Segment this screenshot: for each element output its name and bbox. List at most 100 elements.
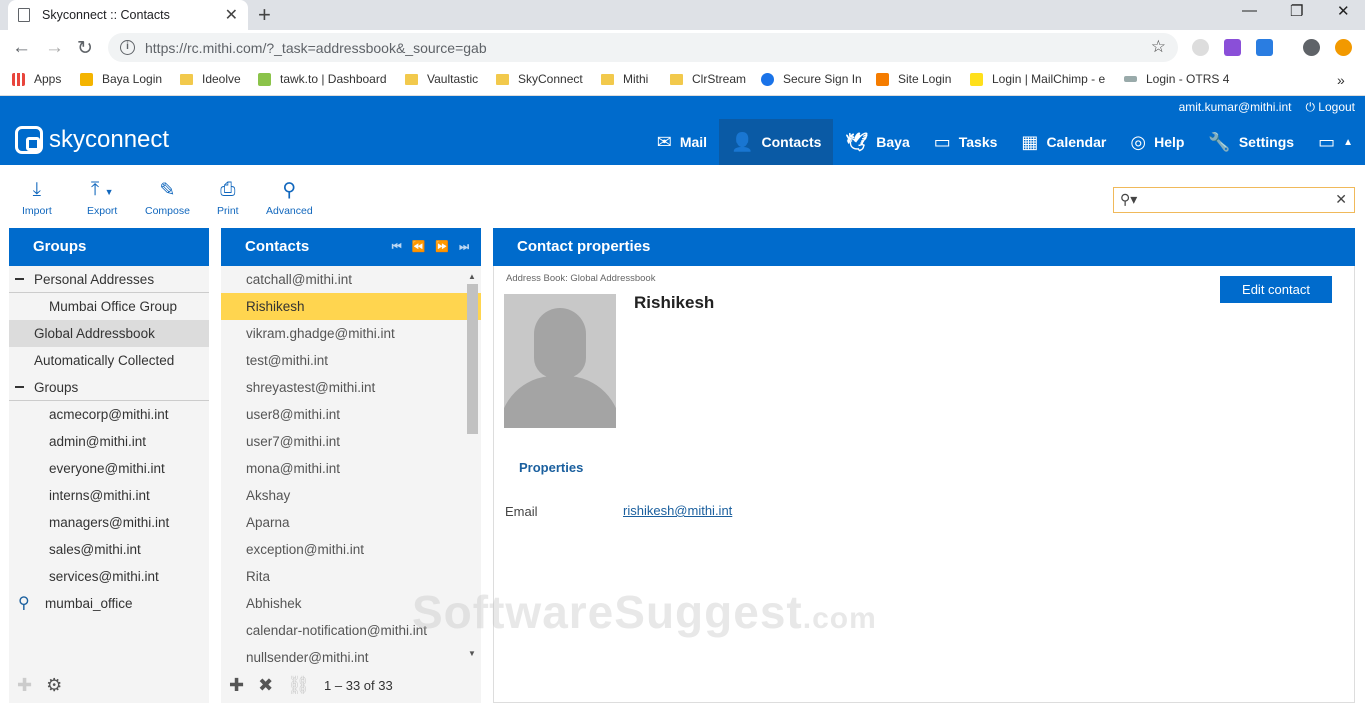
search-options-icon[interactable]: ⚲▾ <box>1120 191 1137 208</box>
first-page-icon[interactable]: ⏮ <box>392 228 402 266</box>
next-page-icon[interactable]: ⏩ <box>435 228 449 266</box>
nav-calendar[interactable]: ▦ Calendar <box>1009 119 1118 165</box>
logout-link[interactable]: ⏻ Logout <box>1305 100 1355 115</box>
add-group-icon[interactable]: ✚ <box>17 675 32 696</box>
forward-icon[interactable]: → <box>45 37 64 59</box>
update-icon[interactable] <box>1335 39 1352 56</box>
display-menu[interactable]: ▭ ▲ <box>1306 119 1365 165</box>
new-tab-icon[interactable]: + <box>258 2 271 28</box>
restore-icon[interactable]: ❐ <box>1290 2 1303 20</box>
group-groups[interactable]: Groups <box>9 374 209 401</box>
bookmark-tawk[interactable]: tawk.to | Dashboard <box>258 72 387 86</box>
extension-icon[interactable] <box>1192 39 1209 56</box>
bookmark-ideolve[interactable]: Ideolve <box>180 72 241 86</box>
bookmark-otrs[interactable]: Login - OTRS 4 <box>1124 72 1229 86</box>
add-contact-icon[interactable]: ✚ <box>229 675 244 696</box>
email-link[interactable]: rishikesh@mithi.int <box>623 503 732 518</box>
bookmark-clrstream[interactable]: ClrStream <box>670 72 746 86</box>
contact-row[interactable]: catchall@mithi.int <box>221 266 481 293</box>
scroll-down-icon[interactable]: ▼ <box>468 649 476 658</box>
group-item[interactable]: acmecorp@mithi.int <box>9 401 209 428</box>
contact-row[interactable]: exception@mithi.int <box>221 536 481 563</box>
contact-row[interactable]: vikram.ghadge@mithi.int <box>221 320 481 347</box>
info-icon[interactable]: i <box>120 40 135 55</box>
back-icon[interactable]: ← <box>12 37 31 59</box>
export-button[interactable]: ⤒ ▼ Export <box>87 179 117 217</box>
close-tab-icon[interactable]: ✕ <box>225 5 238 25</box>
bookmark-mithi[interactable]: Mithi <box>601 72 648 86</box>
bookmark-vaultastic[interactable]: Vaultastic <box>405 72 478 86</box>
more-bookmarks-icon[interactable]: » <box>1337 72 1345 88</box>
folder-icon <box>405 73 418 85</box>
nav-tasks[interactable]: ▭ Tasks <box>922 119 1010 165</box>
minimize-icon[interactable]: — <box>1242 2 1257 19</box>
browser-tab[interactable]: Skyconnect :: Contacts ✕ <box>8 0 248 30</box>
folder-icon <box>180 73 193 85</box>
folder-icon <box>496 73 509 85</box>
bookmark-skyconnect[interactable]: SkyConnect <box>496 72 583 86</box>
groups-panel: Groups Personal Addresses Mumbai Office … <box>9 228 209 703</box>
contact-row[interactable]: user8@mithi.int <box>221 401 481 428</box>
group-item[interactable]: interns@mithi.int <box>9 482 209 509</box>
unlink-icon[interactable]: ⛓ <box>287 675 310 696</box>
nav-contacts[interactable]: 👤 Contacts <box>719 119 834 165</box>
contact-row[interactable]: nullsender@mithi.int <box>221 644 481 666</box>
clear-search-icon[interactable]: ✕ <box>1335 191 1347 208</box>
bookmark-apps[interactable]: Apps <box>12 72 61 86</box>
nav-mail[interactable]: ✉ Mail <box>645 119 719 165</box>
group-item[interactable]: services@mithi.int <box>9 563 209 590</box>
group-global-addressbook[interactable]: Global Addressbook <box>9 320 209 347</box>
bookmark-site-login[interactable]: Site Login <box>876 72 951 86</box>
group-automatically-collected[interactable]: Automatically Collected <box>9 347 209 374</box>
extension-s-icon[interactable] <box>1224 39 1241 56</box>
prev-page-icon[interactable]: ⏪ <box>412 228 426 266</box>
import-button[interactable]: ⤓ Import <box>22 179 52 217</box>
nav-settings[interactable]: 🔧 Settings <box>1196 119 1306 165</box>
edit-contact-button[interactable]: Edit contact <box>1220 276 1332 303</box>
group-item[interactable]: admin@mithi.int <box>9 428 209 455</box>
bookmark-secure-sign-in[interactable]: Secure Sign In <box>761 72 862 86</box>
bookmark-baya[interactable]: Baya Login <box>80 72 162 86</box>
address-bar[interactable]: i https://rc.mithi.com/?_task=addressboo… <box>108 33 1178 62</box>
contact-row[interactable]: Akshay <box>221 482 481 509</box>
bookmark-star-icon[interactable]: ☆ <box>1151 37 1166 57</box>
group-item[interactable]: sales@mithi.int <box>9 536 209 563</box>
print-button[interactable]: ⎙ Print <box>217 179 239 217</box>
nav-baya[interactable]: 🕊 Baya <box>833 119 921 165</box>
properties-tab[interactable]: Properties <box>519 460 583 475</box>
collapse-icon[interactable] <box>15 278 24 280</box>
user-icon: 👤 <box>731 131 754 152</box>
contact-row[interactable]: test@mithi.int <box>221 347 481 374</box>
group-item[interactable]: managers@mithi.int <box>9 509 209 536</box>
email-label: Email <box>505 504 538 519</box>
wrench-icon: 🔧 <box>1208 131 1231 152</box>
calendar-icon: ▦ <box>1021 131 1039 152</box>
contact-row[interactable]: shreyastest@mithi.int <box>221 374 481 401</box>
contact-row[interactable]: mona@mithi.int <box>221 455 481 482</box>
group-personal-addresses[interactable]: Personal Addresses <box>9 266 209 293</box>
address-book-label: Address Book: Global Addressbook <box>506 273 656 284</box>
scroll-up-icon[interactable]: ▲ <box>468 272 476 281</box>
bookmark-mailchimp[interactable]: Login | MailChimp - e <box>970 72 1105 86</box>
extension-blue-icon[interactable] <box>1256 39 1273 56</box>
contact-row-selected[interactable]: Rishikesh <box>221 293 481 320</box>
collapse-icon[interactable] <box>15 386 24 388</box>
saved-search-mumbai-office[interactable]: ⚲ mumbai_office <box>9 590 209 617</box>
profile-icon[interactable] <box>1303 39 1320 56</box>
reload-icon[interactable]: ↻ <box>77 37 93 60</box>
contact-row[interactable]: Aparna <box>221 509 481 536</box>
scroll-thumb[interactable] <box>467 284 478 434</box>
window-close-icon[interactable]: ✕ <box>1337 2 1350 20</box>
contact-row[interactable]: user7@mithi.int <box>221 428 481 455</box>
group-item[interactable]: everyone@mithi.int <box>9 455 209 482</box>
delete-contact-icon[interactable]: ✖ <box>258 675 273 696</box>
user-email: amit.kumar@mithi.int <box>1178 100 1292 114</box>
advanced-search-button[interactable]: ⚲ Advanced <box>266 179 313 217</box>
gear-icon[interactable]: ⚙ <box>46 675 62 696</box>
last-page-icon[interactable]: ⏭ <box>459 228 469 266</box>
compose-button[interactable]: ✎ Compose <box>145 179 190 217</box>
logo[interactable]: skyconnect <box>15 126 169 154</box>
search-input[interactable] <box>1146 191 1326 209</box>
nav-help[interactable]: ◎ Help <box>1118 119 1196 165</box>
group-mumbai-office[interactable]: Mumbai Office Group <box>9 293 209 320</box>
